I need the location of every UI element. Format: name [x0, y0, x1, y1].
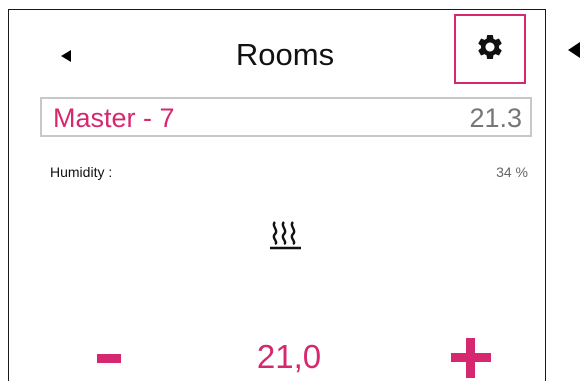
room-current-temperature: 21.3: [469, 103, 522, 133]
page-title: Rooms: [235, 37, 335, 72]
back-arrow-icon[interactable]: [61, 50, 71, 62]
gear-icon: [475, 32, 505, 67]
humidity-label: Humidity :: [50, 164, 113, 180]
device-frame: Rooms Master - 7 21.3 Humidity : 34 % 21…: [8, 9, 546, 381]
increase-setpoint-button[interactable]: [451, 338, 491, 378]
room-selector[interactable]: Master - 7 21.3: [40, 97, 532, 137]
humidity-value: 34 %: [496, 164, 528, 180]
decrease-setpoint-button[interactable]: [97, 354, 121, 363]
room-name: Master - 7: [53, 103, 175, 133]
setpoint-value: 21,0: [256, 338, 322, 375]
plus-icon-vertical: [466, 338, 475, 378]
heating-icon: [267, 218, 305, 250]
settings-button[interactable]: [454, 14, 526, 84]
pointer-arrow-icon: [568, 42, 580, 58]
screen: Rooms Master - 7 21.3 Humidity : 34 % 21…: [0, 0, 587, 381]
